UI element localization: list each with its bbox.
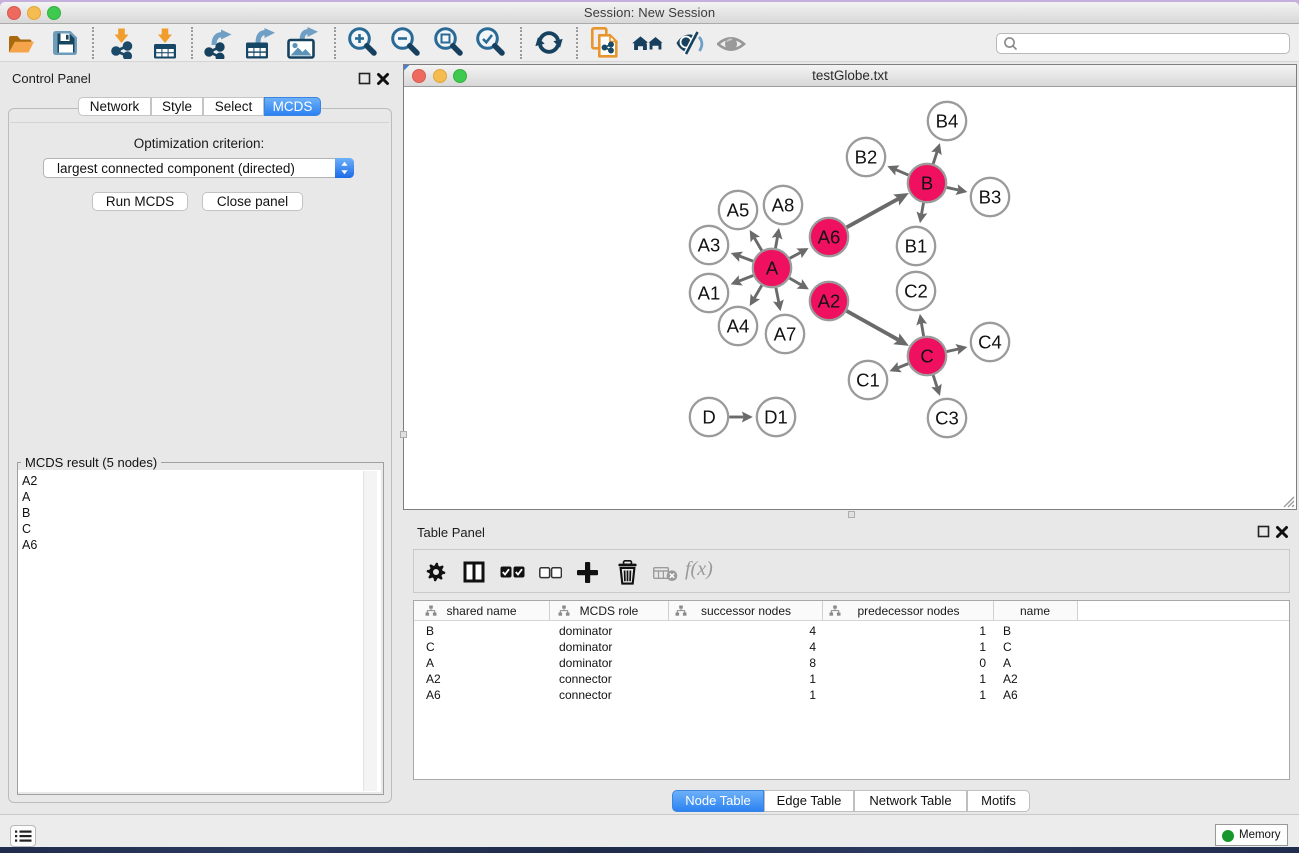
svg-text:A2: A2 [818, 291, 841, 312]
svg-text:B1: B1 [905, 236, 928, 257]
svg-text:C4: C4 [978, 332, 1002, 353]
svg-text:C1: C1 [856, 370, 880, 391]
svg-text:C: C [920, 346, 933, 367]
svg-text:A3: A3 [698, 235, 721, 256]
svg-text:B3: B3 [979, 187, 1002, 208]
svg-text:A7: A7 [774, 324, 797, 345]
svg-text:A5: A5 [727, 200, 750, 221]
svg-text:A6: A6 [818, 227, 841, 248]
svg-text:B: B [921, 173, 933, 194]
svg-text:C2: C2 [904, 281, 928, 302]
svg-text:B2: B2 [855, 147, 878, 168]
svg-text:A: A [766, 258, 779, 279]
svg-text:D1: D1 [764, 407, 788, 428]
svg-text:B4: B4 [936, 111, 959, 132]
svg-text:A1: A1 [698, 283, 721, 304]
svg-text:D: D [702, 407, 715, 428]
svg-text:C3: C3 [935, 408, 959, 429]
svg-text:A8: A8 [772, 195, 795, 216]
svg-text:A4: A4 [727, 316, 750, 337]
